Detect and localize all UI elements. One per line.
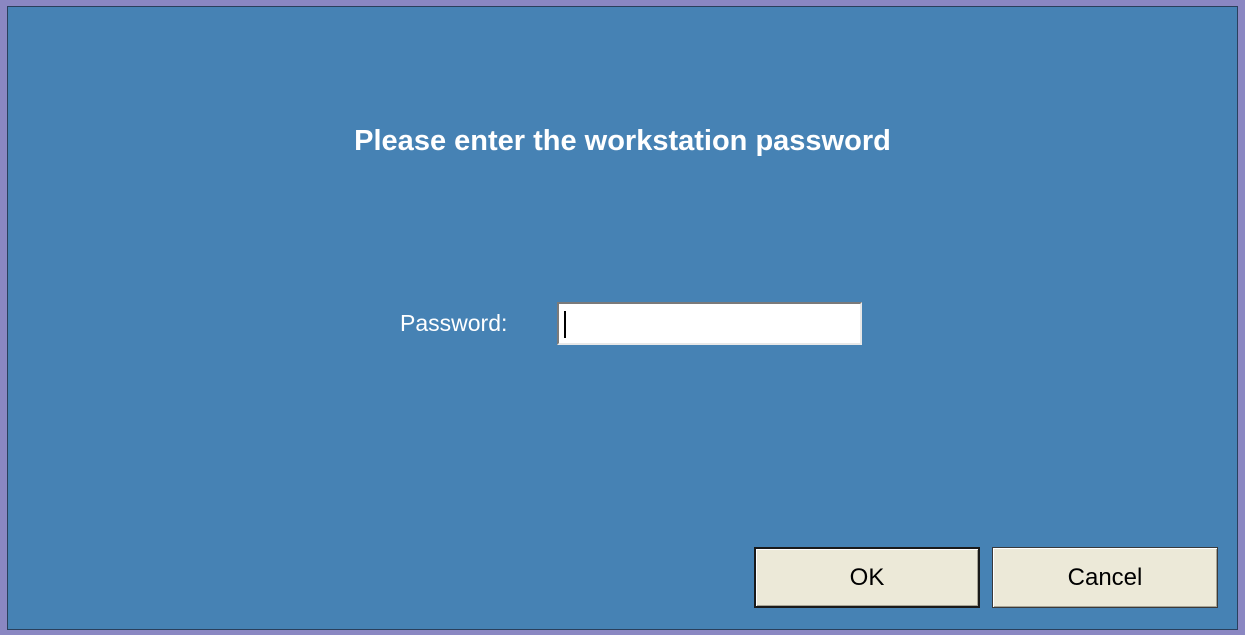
- password-dialog: Please enter the workstation password Pa…: [7, 6, 1238, 630]
- password-input[interactable]: [557, 302, 862, 345]
- text-caret: [564, 311, 566, 338]
- cancel-button[interactable]: Cancel: [992, 547, 1218, 608]
- ok-button[interactable]: OK: [754, 547, 980, 608]
- password-label: Password:: [400, 310, 508, 336]
- dialog-frame: Please enter the workstation password Pa…: [0, 0, 1245, 635]
- dialog-title: Please enter the workstation password: [354, 125, 891, 157]
